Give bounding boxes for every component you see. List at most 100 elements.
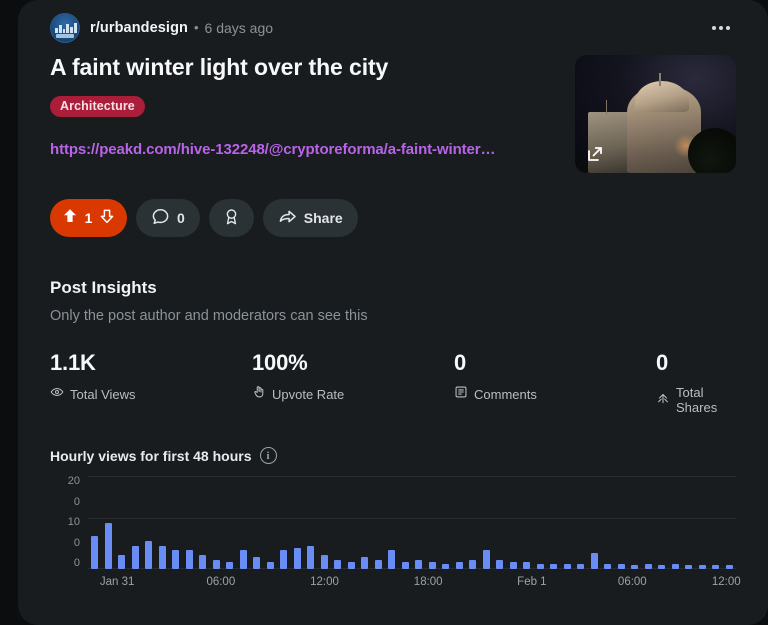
bar-slot[interactable] bbox=[601, 476, 615, 569]
chart-bar[interactable] bbox=[401, 562, 409, 569]
bar-slot[interactable] bbox=[331, 476, 345, 569]
bar-slot[interactable] bbox=[561, 476, 575, 569]
bar-slot[interactable] bbox=[412, 476, 426, 569]
bar-slot[interactable] bbox=[520, 476, 534, 569]
upvote-button[interactable] bbox=[61, 207, 79, 230]
chart-bar[interactable] bbox=[361, 557, 369, 569]
chart-bar[interactable] bbox=[145, 541, 153, 569]
bar-slot[interactable] bbox=[574, 476, 588, 569]
chart-bar[interactable] bbox=[563, 564, 571, 569]
chart-bar[interactable] bbox=[496, 559, 504, 569]
chart-bar[interactable] bbox=[658, 565, 666, 569]
chart-bar[interactable] bbox=[523, 562, 531, 569]
bar-slot[interactable] bbox=[237, 476, 251, 569]
chart-bar[interactable] bbox=[617, 564, 625, 569]
chart-bar[interactable] bbox=[388, 550, 396, 569]
chart-bar[interactable] bbox=[199, 555, 207, 569]
chart-bar[interactable] bbox=[104, 522, 112, 569]
bar-slot[interactable] bbox=[223, 476, 237, 569]
bar-slot[interactable] bbox=[264, 476, 278, 569]
bar-slot[interactable] bbox=[628, 476, 642, 569]
chart-bar[interactable] bbox=[685, 565, 693, 569]
bar-slot[interactable] bbox=[588, 476, 602, 569]
bar-slot[interactable] bbox=[426, 476, 440, 569]
bar-slot[interactable] bbox=[115, 476, 129, 569]
bar-slot[interactable] bbox=[102, 476, 116, 569]
bar-slot[interactable] bbox=[142, 476, 156, 569]
chart-bar[interactable] bbox=[131, 545, 139, 569]
bar-slot[interactable] bbox=[682, 476, 696, 569]
chart-bar[interactable] bbox=[590, 552, 598, 569]
chart-bar[interactable] bbox=[280, 550, 288, 569]
bar-slot[interactable] bbox=[615, 476, 629, 569]
bar-slot[interactable] bbox=[345, 476, 359, 569]
bar-slot[interactable] bbox=[669, 476, 683, 569]
chart-bar[interactable] bbox=[158, 545, 166, 569]
bar-slot[interactable] bbox=[358, 476, 372, 569]
post-thumbnail[interactable] bbox=[575, 55, 736, 173]
chart-bar[interactable] bbox=[374, 559, 382, 569]
bar-slot[interactable] bbox=[453, 476, 467, 569]
bar-slot[interactable] bbox=[291, 476, 305, 569]
bar-slot[interactable] bbox=[277, 476, 291, 569]
chart-bar[interactable] bbox=[644, 564, 652, 569]
share-button[interactable]: Share bbox=[262, 199, 358, 237]
bar-slot[interactable] bbox=[88, 476, 102, 569]
downvote-button[interactable] bbox=[98, 207, 116, 230]
overflow-menu-icon[interactable] bbox=[706, 13, 736, 43]
chart-bar[interactable] bbox=[455, 562, 463, 569]
chart-bar[interactable] bbox=[577, 564, 585, 569]
post-link[interactable]: https://peakd.com/hive-132248/@cryptoref… bbox=[50, 141, 555, 158]
info-icon[interactable]: i bbox=[259, 447, 277, 464]
bar-slot[interactable] bbox=[169, 476, 183, 569]
bar-slot[interactable] bbox=[655, 476, 669, 569]
chart-bar[interactable] bbox=[172, 550, 180, 569]
chart-bar[interactable] bbox=[307, 545, 315, 569]
chart-bar[interactable] bbox=[631, 565, 639, 569]
bar-slot[interactable] bbox=[493, 476, 507, 569]
chart-bar[interactable] bbox=[415, 559, 423, 569]
chart-bar[interactable] bbox=[334, 559, 342, 569]
chart-bar[interactable] bbox=[226, 562, 234, 569]
chart-bar[interactable] bbox=[239, 550, 247, 569]
comments-button[interactable]: 0 bbox=[136, 199, 200, 237]
bar-slot[interactable] bbox=[385, 476, 399, 569]
chart-bar[interactable] bbox=[442, 564, 450, 569]
bar-slot[interactable] bbox=[439, 476, 453, 569]
chart-bar[interactable] bbox=[91, 536, 99, 569]
chart-bar[interactable] bbox=[347, 562, 355, 569]
chart-bar[interactable] bbox=[725, 565, 733, 569]
subreddit-avatar[interactable] bbox=[50, 12, 80, 43]
bar-slot[interactable] bbox=[642, 476, 656, 569]
external-link-icon[interactable] bbox=[584, 143, 606, 165]
bar-slot[interactable] bbox=[534, 476, 548, 569]
chart-bar[interactable] bbox=[698, 565, 706, 569]
bar-slot[interactable] bbox=[480, 476, 494, 569]
chart-bar[interactable] bbox=[509, 562, 517, 569]
bar-slot[interactable] bbox=[196, 476, 210, 569]
chart-bar[interactable] bbox=[671, 564, 679, 569]
chart-bar[interactable] bbox=[118, 555, 126, 569]
subreddit-link[interactable]: r/urbandesign bbox=[90, 20, 188, 36]
chart-bar[interactable] bbox=[212, 559, 220, 569]
bar-slot[interactable] bbox=[709, 476, 723, 569]
chart-bar[interactable] bbox=[266, 562, 274, 569]
chart-bar[interactable] bbox=[253, 557, 261, 569]
chart-bar[interactable] bbox=[320, 555, 328, 569]
chart-bar[interactable] bbox=[482, 550, 490, 569]
bar-slot[interactable] bbox=[304, 476, 318, 569]
chart-bar[interactable] bbox=[428, 562, 436, 569]
chart-bar[interactable] bbox=[550, 564, 558, 569]
bar-slot[interactable] bbox=[723, 476, 737, 569]
bar-slot[interactable] bbox=[547, 476, 561, 569]
bar-slot[interactable] bbox=[210, 476, 224, 569]
bar-slot[interactable] bbox=[318, 476, 332, 569]
award-button[interactable] bbox=[208, 199, 254, 237]
chart-bar[interactable] bbox=[604, 564, 612, 569]
bar-slot[interactable] bbox=[183, 476, 197, 569]
bar-slot[interactable] bbox=[466, 476, 480, 569]
bar-slot[interactable] bbox=[250, 476, 264, 569]
post-flair[interactable]: Architecture bbox=[50, 95, 145, 117]
bar-slot[interactable] bbox=[507, 476, 521, 569]
chart-bar[interactable] bbox=[536, 564, 544, 569]
